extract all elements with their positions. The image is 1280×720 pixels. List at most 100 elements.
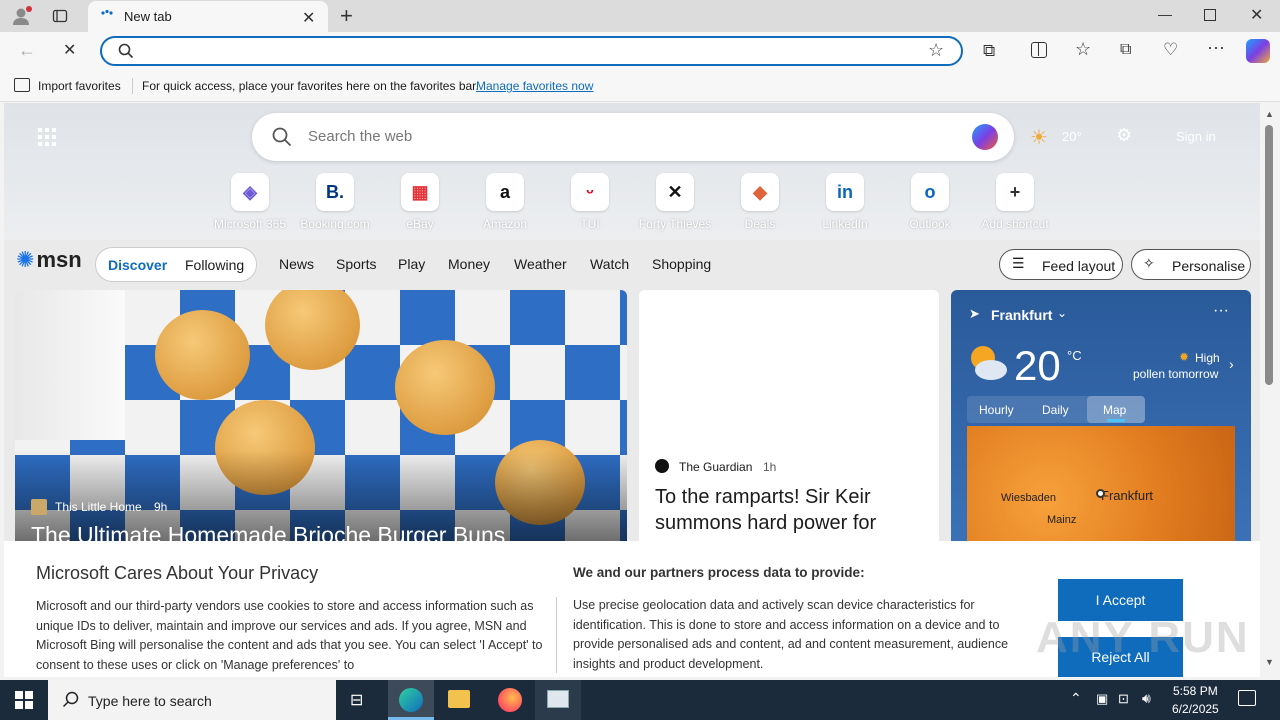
tab-discover[interactable]: Discover [108, 257, 167, 273]
shortcut-forty-thieves[interactable]: ✕ Forty Thieves [635, 173, 715, 231]
show-hidden-icons[interactable]: ⌃ [1070, 690, 1082, 707]
hero-time: 9h [154, 500, 168, 514]
import-favorites-button[interactable]: Import favorites [38, 79, 121, 93]
network-icon[interactable]: ⊡ [1118, 691, 1129, 707]
pollen-level: High [1195, 351, 1220, 365]
bun-3 [395, 340, 495, 435]
close-tab-icon[interactable]: ✕ [302, 8, 315, 28]
weather-mini-icon: ☀ [1030, 127, 1048, 149]
web-search-box[interactable]: Search the web [252, 113, 1014, 161]
nav-sports[interactable]: Sports [336, 256, 376, 272]
app-taskbar-item[interactable] [535, 680, 581, 720]
device-icon[interactable]: ▣ [1096, 691, 1108, 707]
tab-new-tab[interactable]: New tab ✕ [88, 1, 328, 32]
privacy-title: Microsoft Cares About Your Privacy [36, 563, 319, 583]
weather-location[interactable]: Frankfurt [991, 307, 1052, 323]
copilot-search-icon[interactable] [972, 124, 998, 150]
settings-gear-icon[interactable]: ⚙ [1116, 125, 1132, 146]
nav-weather[interactable]: Weather [514, 256, 567, 272]
shortcut-label: Outlook [909, 217, 951, 231]
restore-icon[interactable] [1204, 9, 1216, 21]
msn-logo[interactable]: ✺ msn [16, 247, 82, 273]
source-logo [31, 499, 47, 515]
news-article-card[interactable]: The Guardian 1h To the ramparts! Sir Kei… [639, 290, 939, 550]
anyrun-watermark: ANY RUN [1036, 613, 1250, 662]
nav-shopping[interactable]: Shopping [652, 256, 711, 272]
tab-daily[interactable]: Daily [1042, 403, 1069, 417]
scroll-down-icon[interactable]: ▼ [1265, 657, 1274, 667]
notifications-icon[interactable] [1238, 690, 1256, 706]
shortcut-label: LinkedIn [822, 217, 868, 231]
nav-watch[interactable]: Watch [590, 256, 629, 272]
page-scrollbar[interactable]: ▲ ▼ [1260, 103, 1280, 677]
shortcut-add-shortcut[interactable]: + Add shortcut [975, 173, 1055, 231]
nav-play[interactable]: Play [398, 256, 425, 272]
split-screen-icon[interactable] [1031, 42, 1047, 58]
personalise-label: Personalise [1172, 258, 1246, 274]
taskbar-search-box[interactable]: Type here to search [48, 680, 336, 720]
stop-icon[interactable]: ✕ [63, 40, 76, 60]
scroll-up-icon[interactable]: ▲ [1265, 109, 1274, 119]
copilot-icon[interactable] [1246, 39, 1270, 63]
personalise-button[interactable]: ✧ Personalise [1131, 249, 1251, 280]
tab-map-active[interactable]: Map [1087, 396, 1145, 423]
address-bar[interactable]: ☆ [100, 36, 963, 66]
more-options-icon[interactable]: ··· [1207, 37, 1225, 58]
extensions-icon[interactable]: ⧉ [983, 41, 995, 61]
shortcut-linkedin[interactable]: in LinkedIn [805, 173, 885, 231]
sign-in-button[interactable]: Sign in [1176, 129, 1216, 144]
windows-start-icon[interactable] [15, 691, 33, 709]
task-view-icon[interactable]: ⊟ [350, 690, 363, 710]
edge-taskbar-item[interactable] [388, 680, 434, 720]
weather-mini-temp[interactable]: 20° [1062, 129, 1082, 144]
minimize-icon[interactable]: — [1158, 6, 1172, 22]
back-icon[interactable]: ← [18, 40, 36, 61]
more-icon[interactable]: ··· [1213, 302, 1229, 320]
feed-layout-button[interactable]: ☰ Feed layout [999, 249, 1123, 280]
tab-actions-icon[interactable] [52, 8, 68, 24]
nav-money[interactable]: Money [448, 256, 490, 272]
browser-essentials-icon[interactable]: ♡ [1163, 40, 1178, 60]
shortcut-icon: a [486, 173, 524, 211]
profile-icon[interactable] [10, 6, 32, 26]
shortcut-booking-com[interactable]: B. Booking.com [295, 173, 375, 231]
firefox-icon[interactable] [498, 688, 522, 712]
tab-hourly[interactable]: Hourly [979, 403, 1014, 417]
weather-map[interactable]: Wiesbaden Frankfurt Mainz [967, 426, 1235, 550]
pollen-icon: ✹ [1179, 350, 1190, 364]
weather-temp: 20 [1014, 342, 1061, 389]
collections-icon[interactable]: ⧉ [1120, 41, 1131, 59]
shortcut-deals[interactable]: ◆ Deals [720, 173, 800, 231]
clock-time[interactable]: 5:58 PM [1173, 684, 1218, 698]
tab-following[interactable]: Following [185, 257, 244, 273]
edge-icon [399, 688, 423, 712]
shortcut-icon: ▦ [401, 173, 439, 211]
hero-article-card[interactable]: This Little Home 9h The Ultimate Homemad… [15, 290, 627, 550]
shortcut-microsoft-365[interactable]: ◈ Microsoft 365 [210, 173, 290, 231]
new-tab-icon[interactable]: + [340, 3, 353, 29]
shortcut-amazon[interactable]: a Amazon [465, 173, 545, 231]
chevron-right-icon[interactable]: › [1229, 356, 1234, 372]
shortcut-label: Add shortcut [981, 217, 1049, 231]
scroll-thumb[interactable] [1265, 125, 1273, 385]
close-window-icon[interactable]: ✕ [1250, 5, 1263, 25]
weather-card[interactable]: ➤ Frankfurt ⌄ ··· 20 °C ✹ High pollen to… [951, 290, 1251, 550]
tab-title: New tab [124, 9, 172, 24]
clock-date[interactable]: 6/2/2025 [1172, 702, 1219, 716]
shortcut-outlook[interactable]: o Outlook [890, 173, 970, 231]
shortcut-tui[interactable]: ᵕ TUI [550, 173, 630, 231]
volume-icon[interactable]: 🔊︎ [1142, 690, 1151, 707]
nav-news[interactable]: News [279, 256, 314, 272]
app-launcher-icon[interactable] [38, 128, 56, 146]
favorite-star-icon[interactable]: ☆ [928, 40, 944, 61]
msn-butterfly-icon: ✺ [16, 247, 35, 272]
manage-favorites-link[interactable]: Manage favorites now [476, 79, 593, 93]
msn-logo-text: msn [36, 247, 82, 272]
shortcut-ebay[interactable]: ▦ eBay [380, 173, 460, 231]
chevron-down-icon[interactable]: ⌄ [1057, 306, 1067, 320]
map-label-mainz: Mainz [1047, 514, 1077, 526]
favorites-icon[interactable]: ☆ [1075, 39, 1091, 60]
file-explorer-icon[interactable] [448, 690, 470, 708]
shortcut-label: Booking.com [300, 217, 370, 231]
search-icon [272, 127, 292, 152]
